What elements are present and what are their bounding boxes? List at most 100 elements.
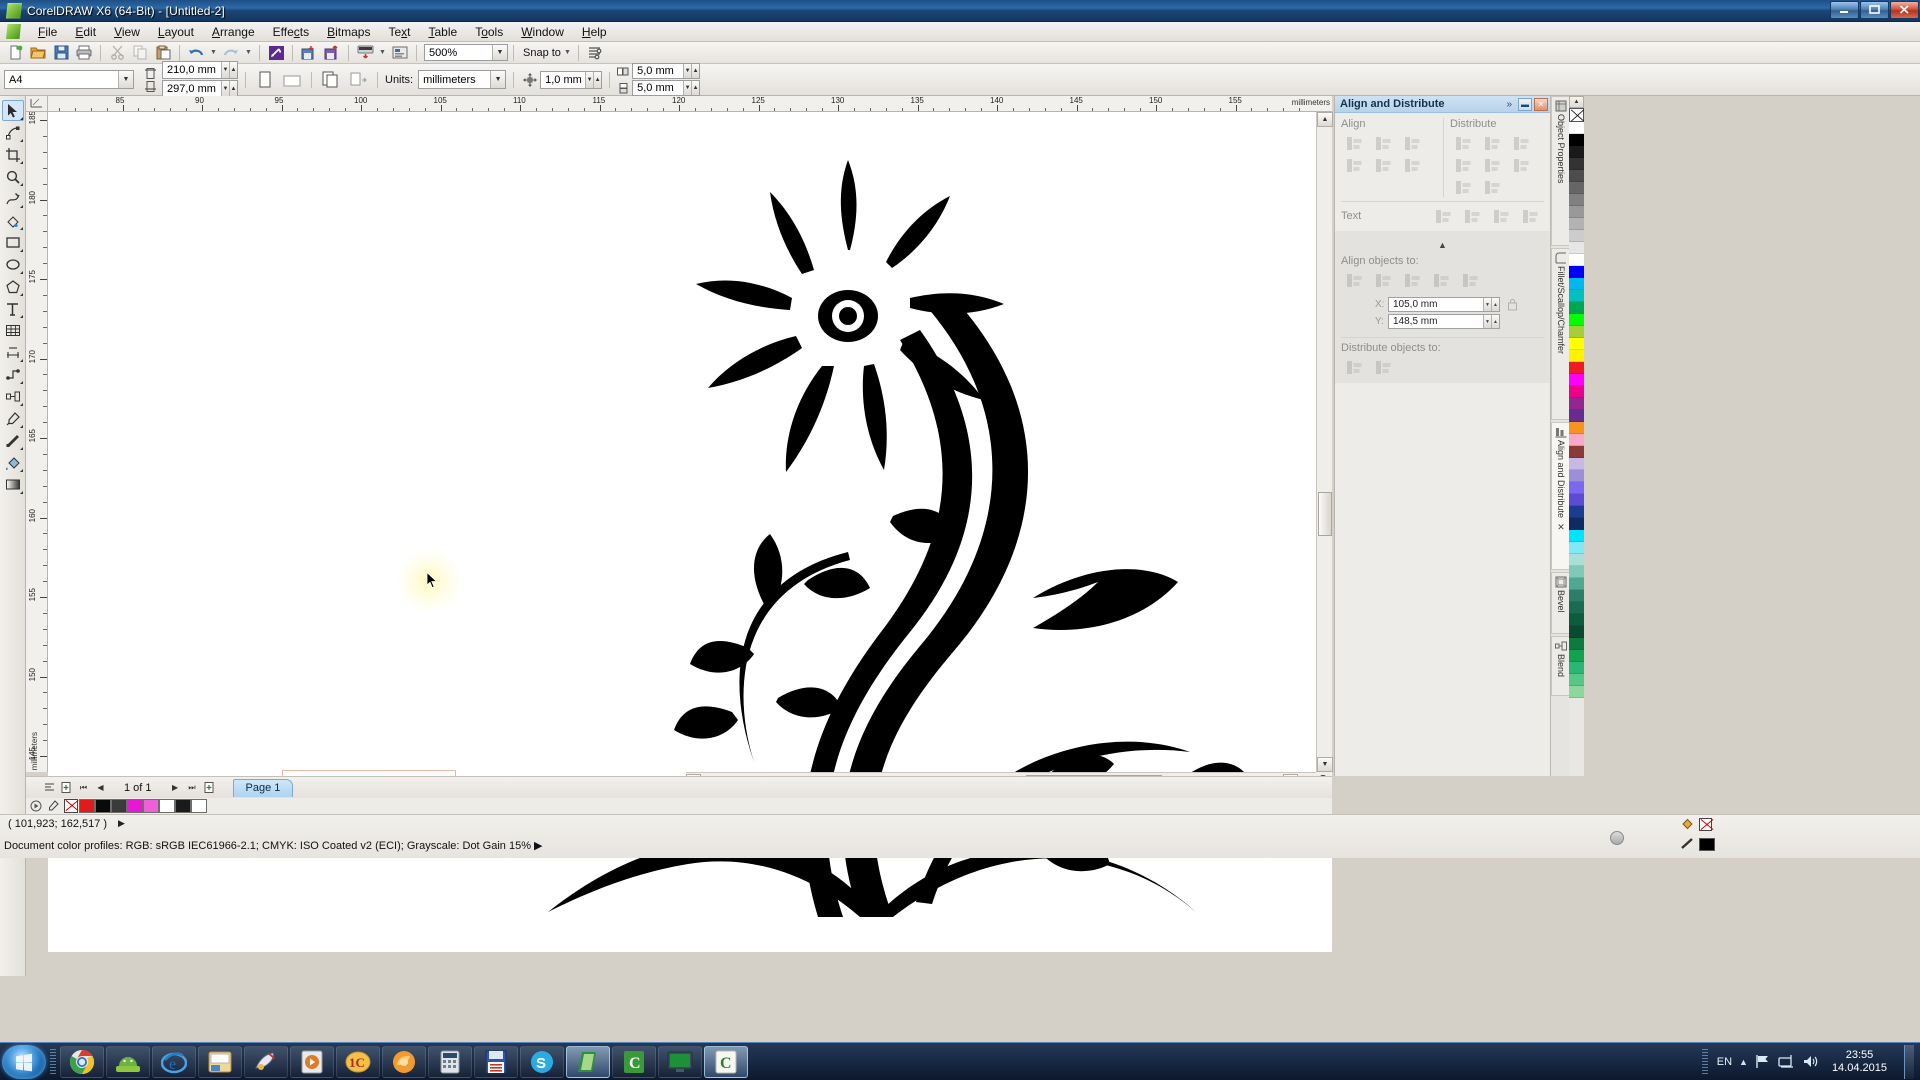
smart-fill-tool[interactable] [2,210,24,231]
align-button[interactable] [1341,155,1368,175]
show-desktop-button[interactable] [1904,1044,1914,1079]
palette-swatch[interactable] [1569,458,1584,470]
publish-dropdown-arrow-icon[interactable]: ▼ [377,43,388,63]
language-indicator[interactable]: EN [1717,1056,1732,1068]
taskbar-item-firefox[interactable] [382,1045,426,1078]
palette-swatch[interactable] [1569,170,1584,182]
docker-tab-bevel[interactable]: Bevel [1551,572,1570,634]
portrait-icon[interactable] [253,69,277,91]
freehand-tool[interactable] [2,188,24,209]
bottom-color-palette[interactable] [26,798,1332,814]
palette-swatch[interactable] [1569,554,1584,566]
text-align-button[interactable] [1517,206,1544,226]
palette-swatch[interactable] [1569,674,1584,686]
palette-swatch[interactable] [111,799,127,813]
palette-swatch[interactable] [1569,374,1584,386]
palette-swatch[interactable] [1569,194,1584,206]
palette-swatch[interactable] [1569,182,1584,194]
menu-effects[interactable]: Effects [264,23,318,41]
palette-swatch[interactable] [79,799,95,813]
dupy-up-icon[interactable]: ▲ [691,81,700,95]
all-pages-icon[interactable] [319,69,343,91]
palette-no-color-swatch[interactable] [1569,108,1584,122]
distribute-button[interactable] [1508,155,1535,175]
scroll-down-button[interactable]: ▼ [1317,757,1333,772]
palette-swatch[interactable] [1569,146,1584,158]
taskbar-clock[interactable]: 23:55 14.04.2015 [1826,1049,1893,1075]
ruler-origin-button[interactable] [26,96,48,112]
text-align-button[interactable] [1488,206,1515,226]
paste-icon[interactable] [152,43,174,63]
chevron-double-right-icon[interactable]: » [1506,99,1512,110]
nudge-offset-field[interactable]: 1,0 mm ▼ ▲ [540,70,603,89]
palette-swatch[interactable] [1569,254,1584,266]
action-center-flag-icon[interactable] [1755,1054,1771,1069]
units-dropdown-arrow-icon[interactable]: ▼ [490,71,506,88]
docker-minimize-button[interactable]: ▬ [1518,97,1532,111]
no-color-swatch[interactable] [64,799,78,813]
fill-color-icon[interactable] [1680,817,1695,831]
align-objects-to-button[interactable] [1457,270,1484,290]
palette-swatch[interactable] [1569,266,1584,278]
palette-swatch[interactable] [1569,386,1584,398]
palette-scroll-up-icon[interactable]: ▲ [1569,96,1584,108]
import-icon[interactable] [298,43,320,63]
menu-help[interactable]: Help [573,23,616,41]
text-align-button[interactable] [1430,206,1457,226]
palette-swatch[interactable] [1569,398,1584,410]
align-objects-to-button[interactable] [1428,270,1455,290]
paper-type-dropdown-arrow-icon[interactable]: ▼ [118,71,133,88]
menu-bitmaps[interactable]: Bitmaps [318,23,379,41]
volume-icon[interactable] [1802,1054,1819,1069]
profiles-expand-arrow-icon[interactable]: ▶ [534,840,542,852]
cut-icon[interactable] [106,43,128,63]
vertical-scroll-thumb[interactable] [1318,492,1332,536]
distribute-button[interactable] [1479,133,1506,153]
x-up-icon[interactable]: ▲ [1491,298,1499,311]
menu-view[interactable]: View [105,23,149,41]
align-button[interactable] [1399,155,1426,175]
palette-swatch[interactable] [1569,638,1584,650]
paper-type-combo[interactable]: A4 ▼ [4,70,134,89]
palette-swatch[interactable] [1569,410,1584,422]
palette-swatch[interactable] [1569,518,1584,530]
palette-swatch[interactable] [143,799,159,813]
palette-swatch[interactable] [1569,314,1584,326]
palette-swatch[interactable] [1569,566,1584,578]
menu-arrange[interactable]: Arrange [203,23,264,41]
distribute-button[interactable] [1479,177,1506,197]
undo-dropdown-arrow-icon[interactable]: ▼ [208,43,219,63]
dupx-down-icon[interactable]: ▼ [683,64,692,78]
y-up-icon[interactable]: ▲ [1491,315,1499,328]
taskbar-item-internet-explorer[interactable]: e [152,1045,196,1078]
palette-swatch[interactable] [1569,542,1584,554]
menu-table[interactable]: Table [420,23,467,41]
zoom-dropdown-arrow-icon[interactable]: ▼ [492,45,507,60]
blend-tool[interactable] [2,386,24,407]
page-width-up-icon[interactable]: ▲ [229,62,237,78]
palette-swatch[interactable] [1569,578,1584,590]
zoom-tool[interactable] [2,166,24,187]
last-page-icon[interactable]: ⏭ [185,780,200,796]
docker-close-button[interactable]: ✕ [1534,97,1548,111]
distribute-button[interactable] [1508,133,1535,153]
duplicate-distance-y-field[interactable]: 5,0 mm ▼ ▲ [632,80,701,96]
publish-pdf-icon[interactable] [354,43,376,63]
align-button[interactable] [1370,155,1397,175]
palette-swatch[interactable] [1569,590,1584,602]
units-combo[interactable]: millimeters ▼ [418,70,507,89]
x-position-field[interactable]: 105,0 mm ▼ ▲ [1388,297,1500,312]
palette-swatch[interactable] [1569,158,1584,170]
distribute-button[interactable] [1450,177,1477,197]
align-objects-to-button[interactable] [1341,270,1368,290]
palette-swatch[interactable] [1569,350,1584,362]
shape-tool[interactable] [2,122,24,143]
outline-tool[interactable] [2,430,24,451]
add-page-before-icon[interactable] [59,780,74,796]
print-icon[interactable] [73,43,95,63]
snap-to-label[interactable]: Snap to [523,47,561,59]
text-align-button[interactable] [1459,206,1486,226]
palette-scroll-icon[interactable] [30,800,43,812]
nudge-down-icon[interactable]: ▼ [585,71,594,88]
palette-swatch[interactable] [1569,506,1584,518]
